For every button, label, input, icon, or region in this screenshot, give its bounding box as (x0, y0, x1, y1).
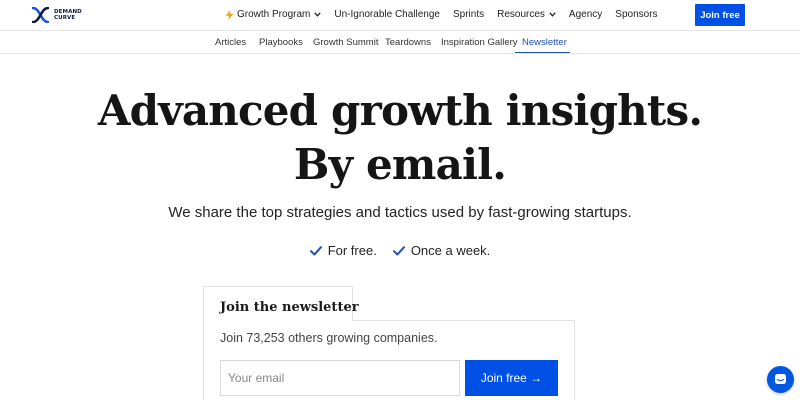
benefit-item: Once a week. (392, 243, 491, 258)
hero-title-line-1: Advanced growth insights. (97, 86, 703, 135)
tab-joint (204, 319, 352, 322)
brand-logo[interactable]: DEMAND CURVE (32, 7, 82, 23)
hero-title-line-2: By email. (293, 140, 507, 189)
benefits-list: For free. Once a week. (0, 243, 800, 258)
subnav-item-articles[interactable]: Articles (215, 37, 246, 48)
chevron-down-icon (314, 12, 322, 17)
nav-item-label: Un-Ignorable Challenge (334, 9, 440, 20)
nav-item-label: Sprints (452, 9, 485, 20)
subnav-item-growth-summit[interactable]: Growth Summit (313, 37, 378, 48)
lightning-bolt-icon (225, 9, 234, 20)
subnav-item-inspiration-gallery[interactable]: Inspiration Gallery (441, 37, 518, 48)
demand-curve-logo-icon (32, 7, 49, 23)
nav-item-label: Resources (497, 9, 545, 20)
chevron-down-icon (549, 12, 556, 17)
subnav-item-newsletter[interactable]: Newsletter (522, 37, 567, 48)
nav-item-sprints[interactable]: Sprints (453, 9, 484, 20)
checkmark-icon (392, 245, 405, 255)
benefit-label: Once a week. (410, 243, 491, 258)
nav-item-agency[interactable]: Agency (569, 9, 602, 20)
join-free-button[interactable]: Join free → (465, 360, 558, 396)
sub-navigation: Articles Playbooks Growth Summit Teardow… (0, 31, 800, 54)
brand-name: DEMAND CURVE (54, 9, 82, 21)
subnav-item-playbooks[interactable]: Playbooks (259, 37, 303, 48)
nav-item-growth-program[interactable]: Growth Program (225, 9, 322, 20)
header-join-free-button[interactable]: Join free (695, 4, 745, 26)
newsletter-signup-card: Join 73,253 others growing companies. Jo… (203, 320, 575, 400)
benefit-item: For free. (309, 243, 377, 258)
checkmark-icon (309, 245, 322, 255)
newsletter-tab-label: Join the newsletter (220, 300, 359, 315)
nav-item-un-ignorable-challenge[interactable]: Un-Ignorable Challenge (334, 9, 440, 20)
email-input[interactable] (220, 360, 460, 396)
chat-icon (775, 374, 786, 384)
subnav-item-teardowns[interactable]: Teardowns (385, 37, 431, 48)
nav-item-label: Sponsors (615, 9, 658, 20)
brand-line-2: CURVE (54, 15, 76, 21)
nav-item-sponsors[interactable]: Sponsors (615, 9, 657, 20)
benefit-label: For free. (327, 243, 377, 258)
chat-launcher-button[interactable] (767, 366, 794, 393)
nav-item-label: Agency (568, 9, 603, 20)
main-menu: Growth Program Un-Ignorable Challenge Sp… (225, 9, 658, 20)
nav-item-label: Growth Program (237, 9, 311, 20)
hero-title: Advanced growth insights. By email. (0, 84, 800, 192)
nav-item-resources[interactable]: Resources (497, 9, 556, 20)
hero-subtitle: We share the top strategies and tactics … (168, 204, 632, 221)
top-navigation: DEMAND CURVE Growth Program Un-Ignorable… (0, 0, 800, 31)
newsletter-subtitle: Join 73,253 others growing companies. (220, 331, 438, 345)
newsletter-tab: Join the newsletter (203, 286, 359, 321)
active-tab-indicator (515, 52, 570, 53)
